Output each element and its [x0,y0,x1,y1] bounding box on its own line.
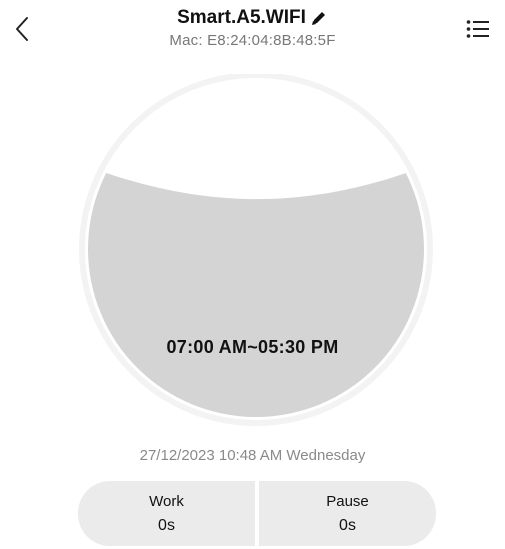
stats-panel: Work 0s Pause 0s [78,481,436,546]
list-icon [466,20,489,38]
pause-value: 0s [339,516,356,534]
work-label: Work [149,492,184,510]
device-screen: Smart.A5.WIFI Mac: E8:24:04:8B:48:5F 07:… [0,0,505,549]
pause-stat: Pause 0s [259,481,436,546]
current-datetime: 27/12/2023 10:48 AM Wednesday [139,447,366,464]
menu-button[interactable] [463,14,493,44]
schedule-dial[interactable] [76,74,436,428]
pencil-icon[interactable] [310,9,328,27]
header: Smart.A5.WIFI Mac: E8:24:04:8B:48:5F [0,6,505,50]
dial-fill [88,162,424,417]
device-title-row[interactable]: Smart.A5.WIFI [177,6,328,30]
work-stat: Work 0s [78,481,255,546]
pause-label: Pause [326,492,369,510]
work-value: 0s [158,516,175,534]
schedule-time: 07:00 AM~05:30 PM [166,337,339,357]
device-title: Smart.A5.WIFI [177,7,306,28]
mac-address: Mac: E8:24:04:8B:48:5F [169,32,336,49]
